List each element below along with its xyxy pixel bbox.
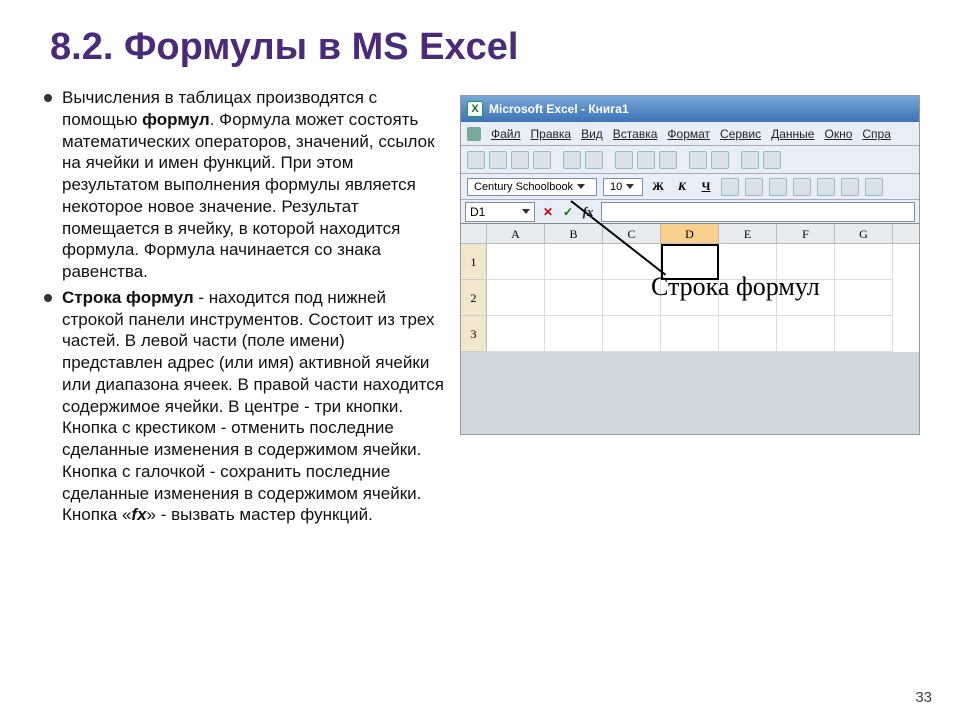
formula-bar: D1 ✕ ✓ fx	[461, 200, 919, 224]
open-icon[interactable]	[489, 151, 507, 169]
copy-icon[interactable]	[637, 151, 655, 169]
new-icon[interactable]	[467, 151, 485, 169]
undo-icon[interactable]	[689, 151, 707, 169]
standard-toolbar	[461, 146, 919, 174]
slide-title: 8.2. Формулы в MS Excel	[50, 26, 920, 69]
menu-tools[interactable]: Сервис	[720, 127, 761, 141]
italic-button[interactable]: К	[673, 178, 691, 196]
menu-help[interactable]: Спра	[862, 127, 891, 141]
annotation-label: Строка формул	[651, 272, 820, 302]
menu-file[interactable]: Файл	[491, 127, 521, 141]
menu-insert[interactable]: Вставка	[613, 127, 658, 141]
cell-b2[interactable]	[545, 280, 603, 316]
bullet-2-bold: Строка формул	[62, 288, 194, 307]
menu-data[interactable]: Данные	[771, 127, 814, 141]
row-header-3[interactable]: 3	[461, 316, 487, 352]
col-header-f[interactable]: F	[777, 224, 835, 243]
cell-d3[interactable]	[661, 316, 719, 352]
font-size-value: 10	[610, 181, 622, 193]
cell-c3[interactable]	[603, 316, 661, 352]
cell-g1[interactable]	[835, 244, 893, 280]
sort-icon[interactable]	[763, 151, 781, 169]
bullet-list: Вычисления в таблицах производятся с пом…	[40, 87, 444, 530]
preview-icon[interactable]	[563, 151, 581, 169]
bullet-2-mid: - находится под нижней строкой панели ин…	[62, 288, 444, 525]
menu-window[interactable]: Окно	[824, 127, 852, 141]
chevron-down-icon	[522, 209, 530, 214]
window-titlebar: X Microsoft Excel - Книга1	[461, 96, 919, 122]
column-headers: A B C D E F G	[461, 224, 919, 244]
percent-icon[interactable]	[841, 178, 859, 196]
align-left-icon[interactable]	[721, 178, 739, 196]
bullet-1: Вычисления в таблицах производятся с пом…	[40, 87, 444, 283]
chevron-down-icon	[626, 184, 634, 189]
cell-a3[interactable]	[487, 316, 545, 352]
merge-icon[interactable]	[793, 178, 811, 196]
paste-icon[interactable]	[659, 151, 677, 169]
slide: 8.2. Формулы в MS Excel Вычисления в таб…	[0, 0, 960, 540]
content-row: Вычисления в таблицах производятся с пом…	[40, 87, 920, 530]
print-icon[interactable]	[533, 151, 551, 169]
cell-g3[interactable]	[835, 316, 893, 352]
chevron-down-icon	[577, 184, 585, 189]
cut-icon[interactable]	[615, 151, 633, 169]
col-header-b[interactable]: B	[545, 224, 603, 243]
autosum-icon[interactable]	[741, 151, 759, 169]
name-box[interactable]: D1	[465, 202, 535, 222]
menu-format[interactable]: Формат	[667, 127, 710, 141]
col-header-g[interactable]: G	[835, 224, 893, 243]
cell-a1[interactable]	[487, 244, 545, 280]
cell-g2[interactable]	[835, 280, 893, 316]
redo-icon[interactable]	[711, 151, 729, 169]
worksheet: A B C D E F G 1	[461, 224, 919, 352]
row-3: 3	[461, 316, 919, 352]
formula-buttons: ✕ ✓ fx	[539, 203, 597, 221]
formatting-toolbar: Century Schoolbook 10 Ж К Ч	[461, 174, 919, 200]
name-box-value: D1	[470, 205, 485, 219]
save-icon[interactable]	[511, 151, 529, 169]
workbook-icon	[467, 127, 481, 141]
col-header-d[interactable]: D	[661, 224, 719, 243]
font-name-combo[interactable]: Century Schoolbook	[467, 178, 597, 196]
col-header-a[interactable]: A	[487, 224, 545, 243]
col-header-e[interactable]: E	[719, 224, 777, 243]
row-header-1[interactable]: 1	[461, 244, 487, 280]
cell-a2[interactable]	[487, 280, 545, 316]
formula-input[interactable]	[601, 202, 915, 222]
bullet-2: Строка формул - находится под нижней стр…	[40, 287, 444, 526]
page-number: 33	[915, 689, 932, 706]
window-title: Microsoft Excel - Книга1	[489, 102, 629, 116]
align-center-icon[interactable]	[745, 178, 763, 196]
menu-bar: Файл Правка Вид Вставка Формат Сервис Да…	[461, 122, 919, 146]
cell-e3[interactable]	[719, 316, 777, 352]
underline-button[interactable]: Ч	[697, 178, 715, 196]
spelling-icon[interactable]	[585, 151, 603, 169]
bullet-1-post: . Формула может состоять математических …	[62, 110, 435, 281]
excel-screenshot: X Microsoft Excel - Книга1 Файл Правка В…	[460, 95, 920, 435]
menu-view[interactable]: Вид	[581, 127, 603, 141]
cancel-button[interactable]: ✕	[539, 203, 557, 221]
menu-edit[interactable]: Правка	[531, 127, 572, 141]
select-all-corner[interactable]	[461, 224, 487, 243]
bullet-2-fx: fx	[131, 505, 146, 524]
cell-f3[interactable]	[777, 316, 835, 352]
row-header-2[interactable]: 2	[461, 280, 487, 316]
font-size-combo[interactable]: 10	[603, 178, 643, 196]
font-name-value: Century Schoolbook	[474, 181, 573, 193]
bullet-2-end: » - вызвать мастер функций.	[147, 505, 373, 524]
currency-icon[interactable]	[817, 178, 835, 196]
cell-b1[interactable]	[545, 244, 603, 280]
comma-icon[interactable]	[865, 178, 883, 196]
bold-button[interactable]: Ж	[649, 178, 667, 196]
cell-b3[interactable]	[545, 316, 603, 352]
excel-app-icon: X	[467, 101, 483, 117]
bullet-1-bold: формул	[142, 110, 210, 129]
align-right-icon[interactable]	[769, 178, 787, 196]
